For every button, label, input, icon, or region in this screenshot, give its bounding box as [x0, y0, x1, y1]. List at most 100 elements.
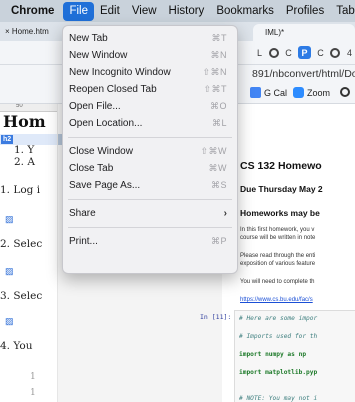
menubar-app-chrome[interactable]: Chrome	[0, 0, 63, 22]
menubar-bookmarks[interactable]: Bookmarks	[210, 0, 280, 22]
menu-shortcut: ⌘O	[209, 101, 227, 111]
menu-label: Save Page As...	[69, 180, 141, 191]
menu-shortcut: ⌘N	[210, 50, 227, 60]
code-line-4: import matplotlib.pyp	[239, 369, 318, 376]
notebook-page: CS 132 Homewo Due Thursday May 2 Homewor…	[222, 104, 355, 402]
menubar-file[interactable]: File	[63, 2, 94, 21]
paragraph-2-line-1: Please read through the enti	[240, 253, 316, 259]
list-item-2: 2. A	[14, 156, 35, 168]
paragraph-3: You will need to complete th	[240, 279, 315, 285]
extension-p-icon[interactable]: P	[298, 46, 311, 59]
notebook-title: CS 132 Homewo	[240, 160, 322, 172]
paragraph-1-line-2: course will be written in note	[240, 235, 316, 241]
menu-shortcut: ⇧⌘T	[203, 84, 227, 94]
menu-shortcut: ⌘S	[210, 180, 227, 190]
address-url[interactable]: 891/nbconvert/html/Doc	[252, 68, 355, 80]
code-line-3: import numpy as np	[239, 351, 307, 358]
menubar-tab[interactable]: Tab	[330, 0, 355, 22]
menu-item-new-incognito-window[interactable]: New Incognito Window ⇧⌘N	[63, 64, 237, 81]
menu-label: Reopen Closed Tab	[69, 84, 157, 95]
menu-label: Print...	[69, 236, 98, 247]
section-2: 2. Selec	[0, 238, 43, 250]
menu-separator	[68, 199, 232, 200]
notebook-homeworks-heading: Homeworks may be	[240, 208, 320, 218]
cell-input-label: In [11]:	[200, 313, 232, 321]
menu-item-open-location[interactable]: Open Location... ⌘L	[63, 115, 237, 132]
broken-image-icon: ▨	[5, 266, 14, 276]
section-3: 3. Selec	[0, 290, 43, 302]
section-1: 1. Log i	[0, 184, 41, 196]
code-line-2: # Imports used for th	[239, 333, 318, 340]
menu-label: Open File...	[69, 101, 121, 112]
menu-item-close-tab[interactable]: Close Tab ⌘W	[63, 160, 237, 177]
menu-item-close-window[interactable]: Close Window ⇧⌘W	[63, 143, 237, 160]
line-number: 1	[30, 372, 36, 382]
menu-shortcut: ⌘T	[211, 33, 227, 43]
tab-home-html[interactable]: × Home.htm	[0, 22, 60, 41]
menu-label: Close Window	[69, 146, 133, 157]
menubar-view[interactable]: View	[126, 0, 163, 22]
globe-icon	[340, 87, 350, 97]
h2-badge: h2	[1, 135, 14, 144]
extension-circle2-icon[interactable]	[330, 47, 340, 58]
menu-item-new-window[interactable]: New Window ⌘N	[63, 47, 237, 64]
code-cell[interactable]: # Here are some impor # Imports used for…	[234, 310, 355, 402]
ruler: 50	[0, 104, 57, 112]
menu-shortcut: ⌘P	[210, 236, 227, 246]
html-preview-pane: 50 Hom h2 1. Y 2. A 1. Log i ▨ 2. Selec …	[0, 104, 58, 402]
course-link[interactable]: https://www.cs.bu.edu/fac/s	[240, 297, 313, 303]
menu-label: Close Tab	[69, 163, 114, 174]
broken-image-icon: ▨	[5, 214, 14, 224]
macos-menu-bar: Chrome File Edit View History Bookmarks …	[0, 0, 355, 22]
bookmark-more-icon[interactable]	[340, 87, 350, 97]
menu-separator	[68, 227, 232, 228]
bookmark-zoom[interactable]: Zoom	[293, 87, 330, 98]
calendar-icon	[250, 87, 261, 98]
preview-heading: Hom	[3, 112, 46, 131]
menu-shortcut: ⇧⌘N	[202, 67, 227, 77]
list-item-1: 1. Y	[14, 144, 35, 156]
menu-label: Share	[69, 208, 96, 219]
zoom-icon	[293, 87, 304, 98]
menubar-edit[interactable]: Edit	[94, 0, 126, 22]
menu-label: Open Location...	[69, 118, 143, 129]
code-line-5: # NOTE: You may not i	[239, 395, 318, 402]
extension-circle-icon[interactable]	[269, 47, 279, 58]
menubar-history[interactable]: History	[163, 0, 211, 22]
section-4: 4. You	[0, 340, 33, 352]
ruler-mark: 50	[16, 104, 23, 109]
bookmark-gcal-label: G Cal	[264, 87, 288, 98]
menu-label: New Tab	[69, 33, 108, 44]
menu-item-save-page-as[interactable]: Save Page As... ⌘S	[63, 177, 237, 194]
paragraph-2-line-2: exposition of various feature	[240, 261, 316, 267]
menu-item-share[interactable]: Share ›	[63, 205, 237, 222]
extension-4-icon[interactable]: 4	[343, 46, 355, 59]
tab-home-label: Home.htm	[11, 27, 49, 36]
broken-image-icon: ▨	[5, 316, 14, 326]
notebook-due-date: Due Thursday May 2	[240, 184, 323, 194]
menu-label: New Incognito Window	[69, 67, 171, 78]
menu-shortcut: ⇧⌘W	[200, 146, 227, 156]
paragraph-1-line-1: In this first homework, you v	[240, 227, 315, 233]
menubar-profiles[interactable]: Profiles	[280, 0, 330, 22]
menu-item-reopen-closed-tab[interactable]: Reopen Closed Tab ⇧⌘T	[63, 81, 237, 98]
menu-item-open-file[interactable]: Open File... ⌘O	[63, 98, 237, 115]
tab-close-icon[interactable]: ×	[5, 27, 12, 36]
menu-separator	[68, 137, 232, 138]
menu-item-new-tab[interactable]: New Tab ⌘T	[63, 30, 237, 47]
submenu-chevron-icon: ›	[223, 208, 227, 219]
menu-label: New Window	[69, 50, 128, 61]
menu-shortcut: ⌘W	[208, 163, 227, 173]
tab-notebook[interactable]: IML)*	[253, 24, 355, 41]
extension-icons: L C P C 4	[253, 46, 355, 59]
tab-notebook-label: IML)*	[265, 28, 285, 37]
extension-l-icon[interactable]: L	[253, 46, 266, 59]
bookmark-zoom-label: Zoom	[307, 87, 331, 98]
menu-item-print[interactable]: Print... ⌘P	[63, 233, 237, 250]
extension-c-icon[interactable]: C	[282, 46, 295, 59]
file-menu-dropdown: New Tab ⌘T New Window ⌘N New Incognito W…	[62, 25, 238, 274]
menu-shortcut: ⌘L	[211, 118, 227, 128]
code-line-1: # Here are some impor	[239, 315, 318, 322]
extension-c2-icon[interactable]: C	[314, 46, 327, 59]
bookmark-gcal[interactable]: G Cal	[250, 87, 287, 98]
